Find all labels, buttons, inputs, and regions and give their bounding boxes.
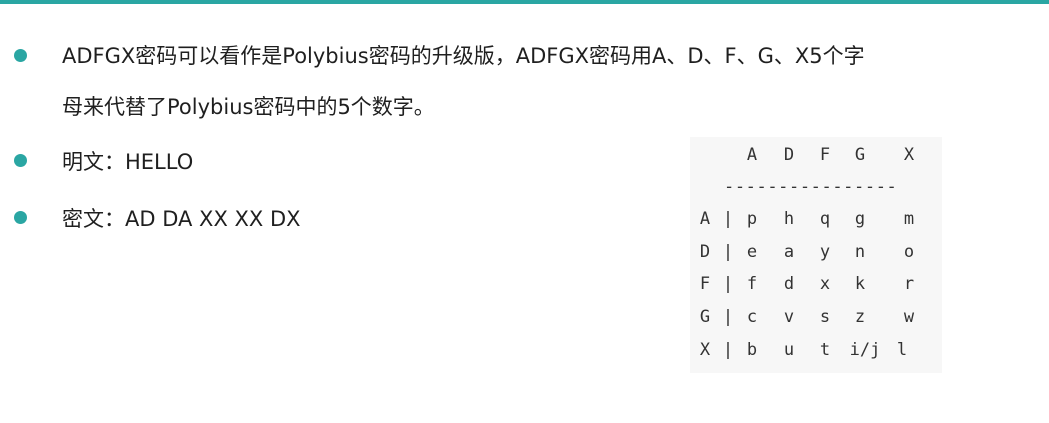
matrix-cell: v (783, 307, 795, 327)
matrix-cell: g (854, 209, 866, 229)
bullet-dot-icon (14, 49, 27, 62)
matrix-cell: n (854, 242, 866, 262)
bullet-1-text-line1: ADFGX密码可以看作是Polybius密码的升级版，ADFGX密码用A、D、F… (62, 44, 865, 68)
matrix-cell: c (746, 307, 758, 327)
matrix-cell: i/j (849, 340, 881, 360)
matrix-cell: y (819, 242, 831, 262)
matrix-cell: w (903, 307, 915, 327)
matrix-cell: z (854, 307, 866, 327)
matrix-cell: k (854, 274, 866, 294)
matrix-cell: r (903, 274, 915, 294)
matrix-cell: b (746, 340, 758, 360)
matrix-cell: s (819, 307, 831, 327)
bullet-dot-icon (14, 211, 27, 224)
matrix-cell: d (783, 274, 795, 294)
matrix-cell: m (903, 209, 915, 229)
matrix-cell: e (746, 242, 758, 262)
matrix-col-header: X (903, 145, 915, 165)
matrix-cell: t (819, 340, 831, 360)
matrix-cell: l (896, 340, 908, 360)
matrix-col-header: D (783, 145, 795, 165)
matrix-cell: o (903, 242, 915, 262)
matrix-cell: a (783, 242, 795, 262)
adfgx-matrix: A D F G X ---------------- A | p h q g m… (690, 137, 942, 373)
matrix-col-header: F (819, 145, 831, 165)
matrix-cell: q (819, 209, 831, 229)
matrix-cell: u (783, 340, 795, 360)
top-accent-rule (0, 0, 1049, 4)
matrix-col-header: G (854, 145, 866, 165)
matrix-col-header: A (746, 145, 758, 165)
matrix-cell: f (746, 274, 758, 294)
matrix-cell: h (783, 209, 795, 229)
slide: ADFGX密码可以看作是Polybius密码的升级版，ADFGX密码用A、D、F… (0, 0, 1049, 423)
matrix-cell: x (819, 274, 831, 294)
plaintext-line: 明文：HELLO (62, 150, 194, 174)
matrix-cell: p (746, 209, 758, 229)
bullet-dot-icon (14, 154, 27, 167)
bullet-1-text-line2: 母来代替了Polybius密码中的5个数字。 (62, 95, 435, 119)
matrix-header-rule: ---------------- (724, 177, 898, 197)
ciphertext-line: 密文：AD DA XX XX DX (62, 207, 301, 231)
